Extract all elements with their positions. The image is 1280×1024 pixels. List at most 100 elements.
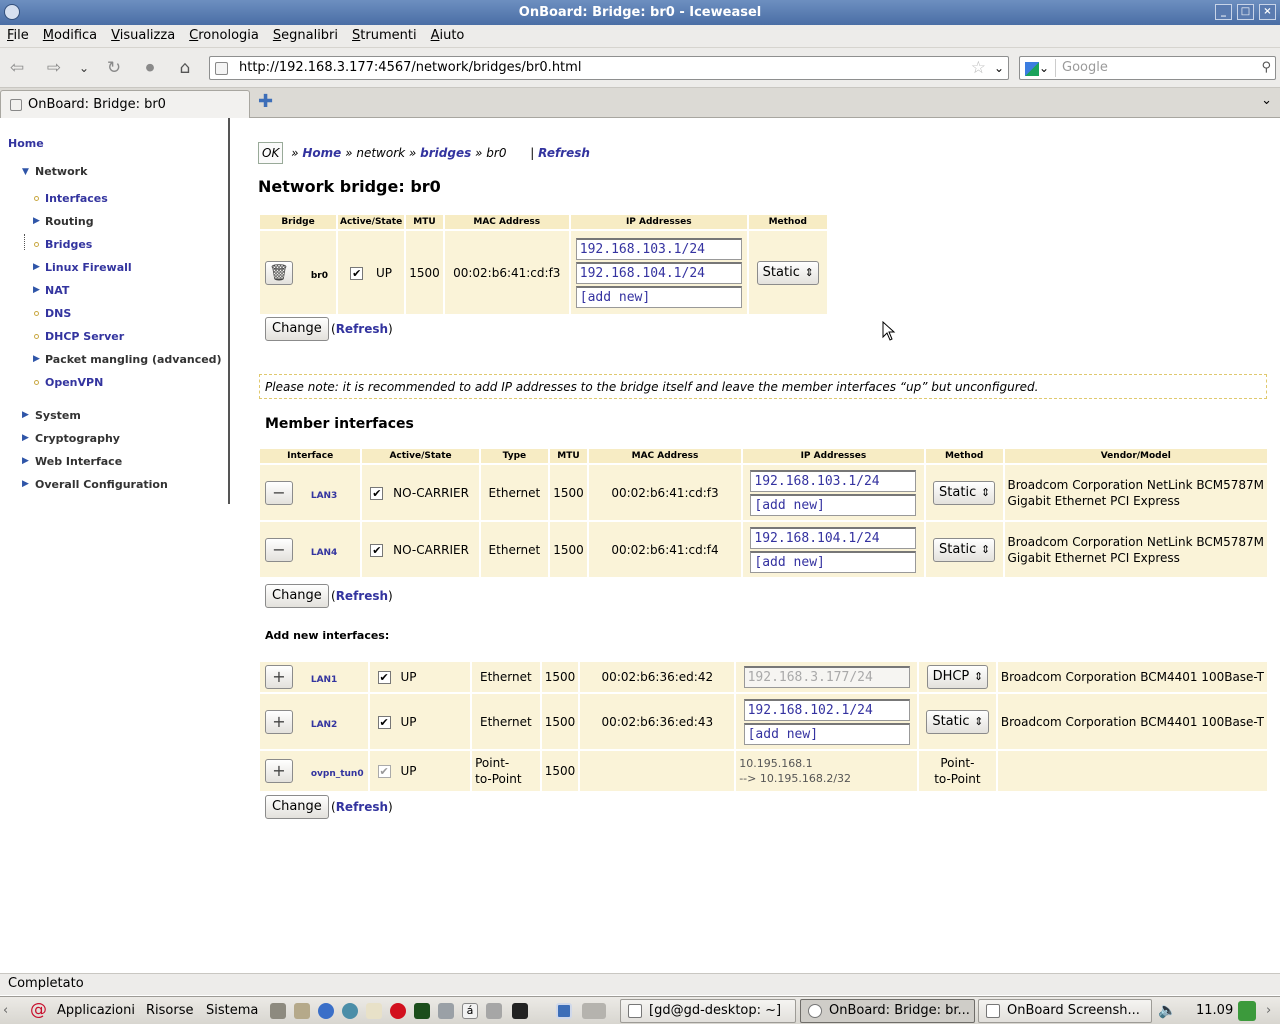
- active-checkbox[interactable]: ✔: [370, 543, 384, 557]
- maximize-icon[interactable]: □: [1237, 4, 1254, 20]
- sidebar-item-routing[interactable]: Routing: [45, 215, 94, 228]
- interface-name-link[interactable]: LAN4: [311, 548, 338, 558]
- ip-address-field[interactable]: 192.168.103.1/24: [575, 237, 742, 260]
- workspace-2-icon[interactable]: [582, 1003, 606, 1019]
- sidebar-item-dns[interactable]: DNS: [45, 307, 71, 320]
- home-icon[interactable]: ⌂: [174, 57, 196, 79]
- interface-name-link[interactable]: ovpn_tun0: [311, 769, 364, 779]
- delete-bridge-button[interactable]: 🗑: [265, 260, 293, 285]
- interface-name-link[interactable]: LAN1: [311, 675, 338, 685]
- method-select[interactable]: Static: [756, 260, 819, 285]
- expanded-triangle-icon[interactable]: ▼: [22, 167, 29, 177]
- sidebar-item-interfaces[interactable]: Interfaces: [45, 192, 108, 205]
- collapsed-triangle-icon[interactable]: ▶: [33, 216, 40, 226]
- ip-address-field[interactable]: 192.168.104.1/24: [750, 526, 917, 549]
- sidebar-item-bridges[interactable]: Bridges: [45, 238, 92, 251]
- change-button[interactable]: Change: [265, 317, 329, 341]
- menu-aiuto[interactable]: Aiuto: [424, 25, 472, 47]
- active-checkbox[interactable]: ✔: [377, 715, 391, 729]
- refresh-link[interactable]: Refresh: [336, 322, 388, 336]
- clock[interactable]: 11.09: [1196, 997, 1233, 1024]
- change-button[interactable]: Change: [265, 584, 329, 608]
- menu-segnalibri[interactable]: Segnalibri: [266, 25, 345, 47]
- add-interface-button[interactable]: +: [265, 709, 293, 734]
- sidebar-group-cryptography[interactable]: Cryptography: [35, 432, 120, 445]
- menu-strumenti[interactable]: Strumenti: [345, 25, 424, 47]
- task-iceweasel[interactable]: OnBoard: Bridge: br...: [800, 999, 975, 1023]
- task-screenshot[interactable]: OnBoard Screensh...: [978, 999, 1152, 1023]
- ip-address-field[interactable]: 192.168.104.1/24: [575, 261, 742, 284]
- ip-address-field[interactable]: 192.168.103.1/24: [750, 469, 917, 492]
- panel-menu-applicazioni[interactable]: Applicazioni: [57, 997, 135, 1024]
- character-map-icon[interactable]: á: [462, 1003, 478, 1019]
- sidebar-item-openvpn[interactable]: OpenVPN: [45, 376, 103, 389]
- breadcrumb-bridges[interactable]: bridges: [420, 146, 471, 160]
- minimize-icon[interactable]: _: [1215, 4, 1232, 20]
- home-folder-icon[interactable]: [294, 1003, 310, 1019]
- sidebar-item-nat[interactable]: NAT: [45, 284, 69, 297]
- terminal-icon[interactable]: [512, 1003, 528, 1019]
- collapsed-triangle-icon[interactable]: ▶: [33, 285, 40, 295]
- sidebar-item-packet-mangling[interactable]: Packet mangling (advanced): [45, 353, 222, 366]
- url-dropdown-icon[interactable]: ⌄: [994, 57, 1004, 79]
- collapsed-triangle-icon[interactable]: ▶: [22, 456, 29, 466]
- menu-visualizza[interactable]: Visualizza: [104, 25, 182, 47]
- menu-file[interactable]: File: [0, 25, 36, 47]
- url-bar[interactable]: http://192.168.3.177:4567/network/bridge…: [209, 56, 1009, 80]
- refresh-link[interactable]: Refresh: [336, 800, 388, 814]
- file-manager-icon[interactable]: [270, 1003, 286, 1019]
- search-box[interactable]: ⌄ Google ⚲: [1019, 56, 1276, 80]
- sidebar-home[interactable]: Home: [8, 137, 44, 150]
- add-interface-button[interactable]: +: [265, 665, 293, 689]
- add-new-ip-field[interactable]: [add new]: [743, 722, 910, 745]
- panel-menu-sistema[interactable]: Sistema: [206, 997, 258, 1024]
- refresh-link[interactable]: Refresh: [336, 589, 388, 603]
- trash-icon[interactable]: [486, 1003, 502, 1019]
- breadcrumb-home[interactable]: Home: [302, 146, 341, 160]
- menu-cronologia[interactable]: Cronologia: [182, 25, 266, 47]
- active-checkbox[interactable]: ✔: [350, 266, 364, 280]
- tab-onboard-bridge[interactable]: OnBoard: Bridge: br0: [0, 90, 250, 118]
- panel-scroll-left-icon[interactable]: ‹: [3, 997, 8, 1024]
- remove-interface-button[interactable]: −: [265, 537, 293, 562]
- bookmark-star-icon[interactable]: ☆: [971, 57, 986, 79]
- system-monitor-icon[interactable]: [414, 1003, 430, 1019]
- new-tab-icon[interactable]: ✚: [258, 91, 273, 112]
- change-button[interactable]: Change: [265, 795, 329, 819]
- panel-scroll-right-icon[interactable]: ›: [1266, 997, 1271, 1024]
- tab-list-icon[interactable]: ⌄: [1261, 93, 1272, 108]
- menu-modifica[interactable]: Modifica: [36, 25, 104, 47]
- active-checkbox[interactable]: ✔: [370, 486, 384, 500]
- sidebar-item-linux-firewall[interactable]: Linux Firewall: [45, 261, 132, 274]
- search-engine-selector[interactable]: ⌄: [1022, 59, 1056, 77]
- method-select[interactable]: DHCP: [926, 665, 989, 689]
- sidebar-group-web-interface[interactable]: Web Interface: [35, 455, 122, 468]
- sidebar-item-dhcp-server[interactable]: DHCP Server: [45, 330, 124, 343]
- network-icon[interactable]: [342, 1003, 358, 1019]
- sidebar-group-overall-configuration[interactable]: Overall Configuration: [35, 478, 168, 491]
- sidebar-group-system[interactable]: System: [35, 409, 81, 422]
- active-checkbox[interactable]: ✔: [377, 671, 391, 684]
- method-select[interactable]: Static: [933, 537, 996, 562]
- add-new-ip-field[interactable]: [add new]: [575, 285, 742, 308]
- stop-icon[interactable]: ⏺: [139, 57, 161, 79]
- reload-icon[interactable]: ↻: [103, 57, 125, 79]
- workspace-1-icon[interactable]: [556, 1003, 572, 1019]
- text-editor-icon[interactable]: [366, 1003, 382, 1019]
- breadcrumb-refresh-link[interactable]: Refresh: [538, 146, 590, 160]
- collapsed-triangle-icon[interactable]: ▶: [33, 354, 40, 364]
- ip-address-field[interactable]: 192.168.102.1/24: [743, 698, 910, 721]
- interface-name-link[interactable]: LAN3: [311, 491, 338, 501]
- task-terminal[interactable]: [gd@gd-desktop: ~]: [620, 999, 796, 1023]
- url-text[interactable]: http://192.168.3.177:4567/network/bridge…: [239, 57, 581, 79]
- remove-interface-button[interactable]: −: [265, 480, 293, 505]
- collapsed-triangle-icon[interactable]: ▶: [22, 410, 29, 420]
- search-icon[interactable]: ⚲: [1261, 57, 1271, 79]
- iceweasel-app-icon[interactable]: [4, 4, 20, 20]
- back-icon[interactable]: ⇦: [6, 57, 28, 79]
- history-dropdown-icon[interactable]: ⌄: [73, 57, 95, 79]
- collapsed-triangle-icon[interactable]: ▶: [22, 433, 29, 443]
- collapsed-triangle-icon[interactable]: ▶: [33, 262, 40, 272]
- browser-icon[interactable]: [318, 1003, 334, 1019]
- panel-menu-risorse[interactable]: Risorse: [146, 997, 194, 1024]
